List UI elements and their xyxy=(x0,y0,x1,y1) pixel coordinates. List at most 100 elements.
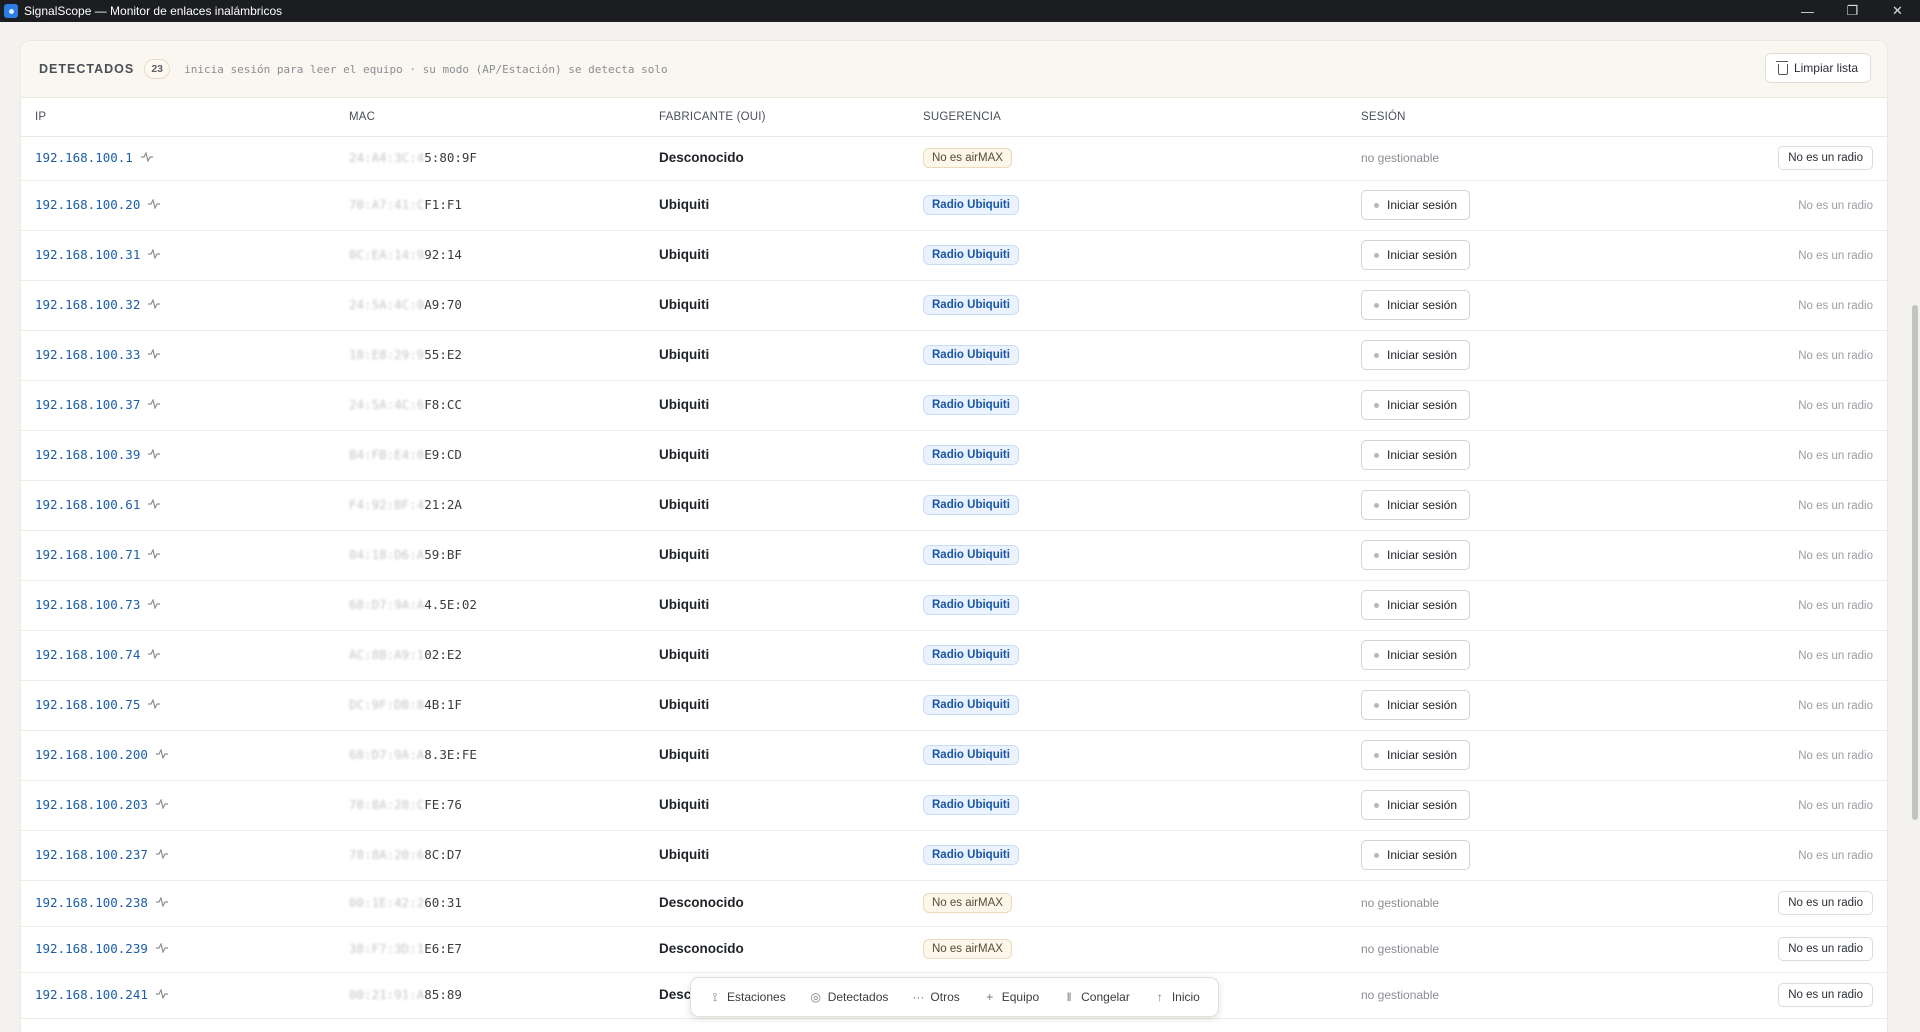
ip-link[interactable]: 192.168.100.241 xyxy=(35,987,168,1002)
dock-item-detectados[interactable]: ◎ Detectados xyxy=(800,983,899,1011)
not-radio-link[interactable]: No es un radio xyxy=(1798,350,1873,362)
login-button[interactable]: Iniciar sesión xyxy=(1361,340,1471,370)
login-button[interactable]: Iniciar sesión xyxy=(1361,440,1471,470)
not-radio-button[interactable]: No es un radio xyxy=(1778,983,1873,1007)
vendor-name: Desconocido xyxy=(659,895,744,910)
ip-link[interactable]: 192.168.100.203 xyxy=(35,797,168,812)
ip-link[interactable]: 192.168.100.20 xyxy=(35,197,161,212)
not-radio-link[interactable]: No es un radio xyxy=(1798,750,1873,762)
login-button[interactable]: Iniciar sesión xyxy=(1361,290,1471,320)
mac-address: 24:5A:4C:6F8:CC xyxy=(349,397,462,412)
not-manageable-text: no gestionable xyxy=(1361,988,1440,1002)
ip-link[interactable]: 192.168.100.31 xyxy=(35,247,161,262)
column-header-ip[interactable]: IP xyxy=(21,98,349,137)
login-button[interactable]: Iniciar sesión xyxy=(1361,590,1471,620)
dock-item-inicio[interactable]: ↑ Inicio xyxy=(1144,983,1210,1011)
dock-item-otros[interactable]: ··· Otros xyxy=(902,983,969,1011)
ip-link[interactable]: 192.168.100.238 xyxy=(35,895,168,910)
ip-link[interactable]: 192.168.100.39 xyxy=(35,447,161,462)
ip-link[interactable]: 192.168.100.71 xyxy=(35,547,161,562)
activity-icon xyxy=(155,895,168,910)
ip-link[interactable]: 192.168.100.32 xyxy=(35,297,161,312)
login-button[interactable]: Iniciar sesión xyxy=(1361,190,1471,220)
login-button[interactable]: Iniciar sesión xyxy=(1361,240,1471,270)
login-button[interactable]: Iniciar sesión xyxy=(1361,740,1471,770)
column-header-vendor[interactable]: FABRICANTE (OUI) xyxy=(659,98,923,137)
mac-visible: 59:BF xyxy=(424,547,462,562)
ip-link[interactable]: 192.168.100.75 xyxy=(35,697,161,712)
not-radio-button[interactable]: No es un radio xyxy=(1778,891,1873,915)
not-radio-link[interactable]: No es un radio xyxy=(1798,800,1873,812)
not-radio-link[interactable]: No es un radio xyxy=(1798,850,1873,862)
close-icon[interactable]: ✕ xyxy=(1875,0,1920,22)
mac-address: B4:FB:E4:0E9:CD xyxy=(349,447,462,462)
not-radio-link[interactable]: No es un radio xyxy=(1798,650,1873,662)
ip-link[interactable]: 192.168.100.237 xyxy=(35,847,168,862)
column-header-session[interactable]: SESIÓN xyxy=(1361,98,1661,137)
ip-link[interactable]: 192.168.100.61 xyxy=(35,497,161,512)
ip-link[interactable]: 192.168.100.73 xyxy=(35,597,161,612)
not-radio-button[interactable]: No es un radio xyxy=(1778,937,1873,961)
activity-icon xyxy=(148,597,161,612)
mac-redacted: 0C:EA:14:9 xyxy=(349,247,425,262)
not-radio-link[interactable]: No es un radio xyxy=(1798,200,1873,212)
login-button[interactable]: Iniciar sesión xyxy=(1361,390,1471,420)
login-button[interactable]: Iniciar sesión xyxy=(1361,790,1471,820)
status-dot-icon xyxy=(1374,452,1379,458)
ip-link[interactable]: 192.168.100.37 xyxy=(35,397,161,412)
status-dot-icon xyxy=(1374,752,1379,758)
mac-address: 38:F7:3D:1E6:E7 xyxy=(349,941,462,956)
not-radio-link[interactable]: No es un radio xyxy=(1798,250,1873,262)
dock-item-equipo[interactable]: + Equipo xyxy=(974,983,1049,1011)
mac-redacted: 00:1E:42:2 xyxy=(349,895,425,910)
mac-redacted: 04:18:D6:A xyxy=(349,547,425,562)
table-row: 192.168.100.31 0C:EA:14:992:14 Ubiquiti … xyxy=(21,230,1887,281)
login-button[interactable]: Iniciar sesión xyxy=(1361,540,1471,570)
trash-icon xyxy=(1775,60,1788,75)
login-button[interactable]: Iniciar sesión xyxy=(1361,840,1471,870)
not-radio-link[interactable]: No es un radio xyxy=(1798,500,1873,512)
status-dot-icon xyxy=(1374,802,1379,808)
mac-address: AC:8B:A9:102:E2 xyxy=(349,647,462,662)
mac-visible: 60:31 xyxy=(424,895,462,910)
not-radio-link[interactable]: No es un radio xyxy=(1798,600,1873,612)
suggestion-badge-radio: Radio Ubiquiti xyxy=(923,545,1019,565)
ip-link[interactable]: 192.168.100.1 xyxy=(35,150,153,165)
mac-visible: 21:2A xyxy=(424,497,462,512)
suggestion-badge-radio: Radio Ubiquiti xyxy=(923,695,1019,715)
mac-address: 70:A7:41:CF1:F1 xyxy=(349,197,462,212)
table-row: 192.168.100.237 78:8A:20:68C:D7 Ubiquiti… xyxy=(21,830,1887,881)
login-button[interactable]: Iniciar sesión xyxy=(1361,490,1471,520)
mac-address: 68:D7:9A:A8.3E:FE xyxy=(349,747,477,762)
login-button[interactable]: Iniciar sesión xyxy=(1361,690,1471,720)
ip-link[interactable]: 192.168.100.74 xyxy=(35,647,161,662)
dock-item-congelar[interactable]: ǁ Congelar xyxy=(1053,983,1140,1011)
vertical-scrollbar[interactable] xyxy=(1910,22,1920,1032)
scrollbar-thumb[interactable] xyxy=(1912,305,1918,820)
dock-item-estaciones[interactable]: ⟟ Estaciones xyxy=(699,983,796,1011)
ip-link[interactable]: 192.168.100.239 xyxy=(35,941,168,956)
table-row: 192.168.100.1 24:A4:3C:45:80:9F Desconoc… xyxy=(21,136,1887,181)
not-radio-link[interactable]: No es un radio xyxy=(1798,550,1873,562)
panel-title: DETECTADOS xyxy=(39,62,135,76)
mac-redacted: 78:8A:20:C xyxy=(349,797,425,812)
not-radio-link[interactable]: No es un radio xyxy=(1798,700,1873,712)
restore-icon[interactable]: ❐ xyxy=(1830,0,1875,22)
not-radio-link[interactable]: No es un radio xyxy=(1798,300,1873,312)
mac-address: 78:8A:20:CFE:76 xyxy=(349,797,462,812)
table-row: 192.168.100.75 DC:9F:DB:84B:1F Ubiquiti … xyxy=(21,680,1887,731)
not-radio-link[interactable]: No es un radio xyxy=(1798,450,1873,462)
ip-link[interactable]: 192.168.100.33 xyxy=(35,347,161,362)
not-radio-button[interactable]: No es un radio xyxy=(1778,146,1873,170)
not-radio-link[interactable]: No es un radio xyxy=(1798,400,1873,412)
more-icon: ··· xyxy=(912,990,925,1004)
clear-list-button[interactable]: Limpiar lista xyxy=(1764,53,1871,83)
mac-address: F4:92:BF:421:2A xyxy=(349,497,462,512)
activity-icon xyxy=(148,247,161,262)
column-header-mac[interactable]: MAC xyxy=(349,98,659,137)
ip-link[interactable]: 192.168.100.200 xyxy=(35,747,168,762)
login-button[interactable]: Iniciar sesión xyxy=(1361,640,1471,670)
column-header-suggestion[interactable]: SUGERENCIA xyxy=(923,98,1361,137)
panel-hint: inicia sesión para leer el equipo · su m… xyxy=(184,62,668,76)
minimize-icon[interactable]: — xyxy=(1785,0,1830,22)
